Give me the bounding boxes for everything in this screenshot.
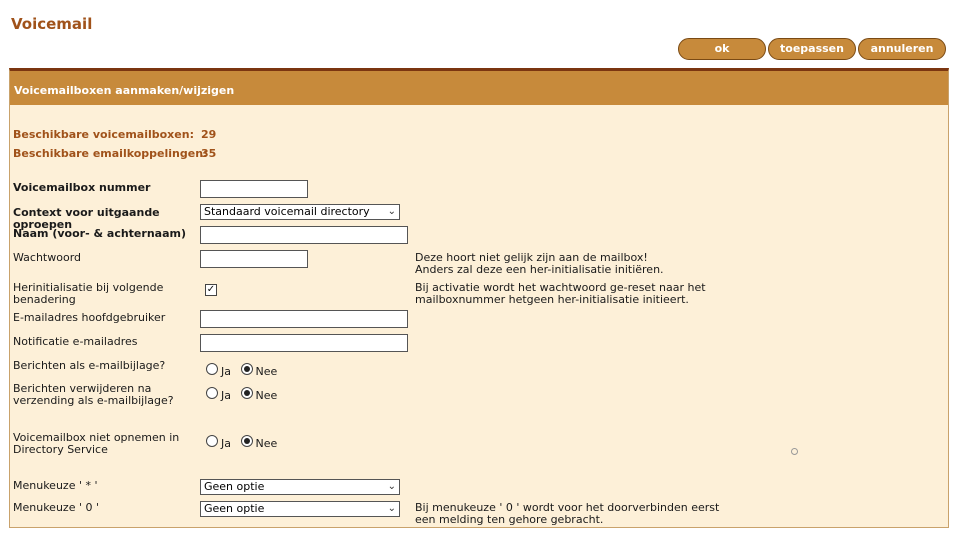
mailbox-number-label: Voicemailbox nummer	[13, 181, 151, 194]
name-input[interactable]	[200, 226, 408, 244]
directory-radio-group: Ja Nee	[206, 434, 283, 450]
reinit-label: Herinitialisatie bij volgende benadering	[13, 282, 198, 306]
stray-radio-dot	[791, 448, 798, 455]
attach-radio-no-label: Nee	[255, 364, 278, 378]
directory-radio-yes-label: Ja	[221, 436, 231, 450]
context-select-value: Standaard voicemail directory	[204, 205, 370, 218]
panel-header: Voicemailboxen aanmaken/wijzigen	[10, 71, 948, 105]
menu-zero-note: Bij menukeuze ' 0 ' wordt voor het doorv…	[415, 502, 719, 526]
attach-radio-group: Ja Nee	[206, 362, 283, 378]
menu-zero-label: Menukeuze ' 0 '	[13, 501, 99, 514]
chevron-down-icon: ⌄	[387, 503, 396, 514]
reinit-checkbox[interactable]: ✓	[205, 284, 217, 296]
mailbox-number-input[interactable]	[200, 180, 308, 198]
menu-star-select-value: Geen optie	[204, 480, 265, 493]
directory-label-line-2: Directory Service	[13, 443, 108, 456]
notify-email-input[interactable]	[200, 334, 408, 352]
ok-button[interactable]: ok	[678, 38, 766, 60]
reinit-note-line-2: mailboxnummer hetgeen her-initialisatie …	[415, 293, 689, 306]
cancel-button[interactable]: annuleren	[858, 38, 946, 60]
email-main-input[interactable]	[200, 310, 408, 328]
menu-zero-select[interactable]: Geen optie ⌄	[200, 501, 400, 517]
menu-star-label: Menukeuze ' * '	[13, 479, 98, 492]
attach-radio-yes-label: Ja	[221, 364, 231, 378]
check-icon: ✓	[206, 284, 216, 295]
chevron-down-icon: ⌄	[387, 206, 396, 217]
available-email-value: 35	[201, 147, 217, 160]
attach-label: Berichten als e-mailbijlage?	[13, 359, 166, 372]
delete-label-line-2: verzending als e-mailbijlage?	[13, 394, 174, 407]
email-main-label: E-mailadres hoofdgebruiker	[13, 311, 166, 324]
password-note-line-2: Anders zal deze een her-initialisatie in…	[415, 263, 664, 276]
attach-radio-no[interactable]	[240, 363, 253, 375]
notify-email-label: Notificatie e-mailadres	[13, 335, 138, 348]
name-label: Naam (voor- & achternaam)	[13, 227, 186, 240]
page-title: Voicemail	[11, 15, 93, 33]
apply-button[interactable]: toepassen	[768, 38, 856, 60]
delete-radio-yes-label: Ja	[221, 388, 231, 402]
directory-radio-no-label: Nee	[255, 436, 278, 450]
reinit-note: Bij activatie wordt het wachtwoord ge-re…	[415, 282, 706, 306]
delete-radio-no-label: Nee	[255, 388, 278, 402]
available-mailboxes-value: 29	[201, 128, 217, 141]
directory-radio-no[interactable]	[240, 435, 253, 447]
delete-label: Berichten verwijderen na verzending als …	[13, 383, 198, 407]
delete-radio-no[interactable]	[240, 387, 253, 399]
reinit-label-line-2: benadering	[13, 293, 76, 306]
directory-radio-yes[interactable]	[206, 435, 218, 447]
voicemail-panel: Voicemailboxen aanmaken/wijzigen Beschik…	[9, 68, 949, 528]
attach-radio-yes[interactable]	[206, 363, 218, 375]
password-input[interactable]	[200, 250, 308, 268]
directory-label: Voicemailbox niet opnemen in Directory S…	[13, 432, 198, 456]
password-label: Wachtwoord	[13, 251, 82, 264]
available-mailboxes-label: Beschikbare voicemailboxen:	[13, 128, 194, 141]
password-note: Deze hoort niet gelijk zijn aan de mailb…	[415, 252, 664, 276]
available-email-label: Beschikbare emailkoppelingen:	[13, 147, 208, 160]
delete-radio-group: Ja Nee	[206, 386, 283, 402]
menu-zero-select-value: Geen optie	[204, 502, 265, 515]
context-select[interactable]: Standaard voicemail directory ⌄	[200, 204, 400, 220]
menu-star-select[interactable]: Geen optie ⌄	[200, 479, 400, 495]
delete-radio-yes[interactable]	[206, 387, 218, 399]
chevron-down-icon: ⌄	[387, 481, 396, 492]
menu-zero-note-line-2: een melding ten gehore gebracht.	[415, 513, 604, 526]
